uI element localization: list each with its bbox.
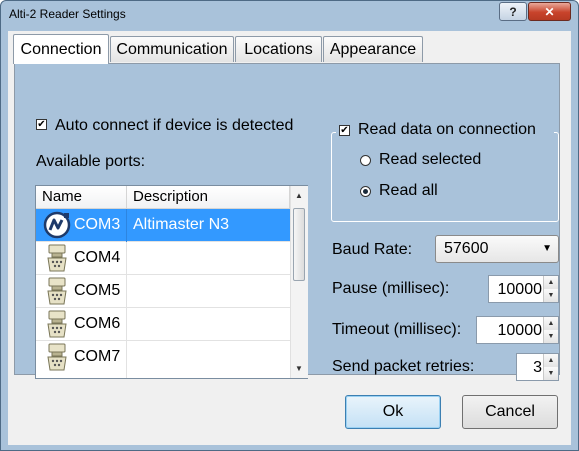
port-name: COM4 [74, 249, 121, 266]
tab-appearance[interactable]: Appearance [323, 36, 423, 62]
baud-rate-value: 57600 [444, 240, 489, 257]
retries-increment-icon[interactable]: ▲ [544, 354, 558, 368]
settings-dialog: Alti-2 Reader Settings ? ✕ Connection Co… [0, 0, 579, 451]
serial-port-icon [47, 244, 67, 272]
scroll-down-arrow-icon[interactable]: ▼ [295, 364, 303, 373]
port-row-com5[interactable]: COM5 [36, 275, 290, 308]
port-row-com3[interactable]: COM3 Altimaster N3 [36, 209, 290, 242]
retries-value[interactable]: 3 [533, 359, 542, 377]
serial-port-icon [47, 343, 67, 371]
pause-increment-icon[interactable]: ▲ [544, 276, 558, 290]
auto-connect-checkbox[interactable]: ✔ [36, 119, 47, 130]
port-name: COM3 [74, 216, 121, 233]
dialog-body: Connection Communication Locations Appea… [8, 31, 571, 445]
timeout-label: Timeout (millisec): [332, 321, 462, 338]
available-ports-label: Available ports: [36, 153, 146, 170]
scroll-up-arrow-icon[interactable]: ▲ [295, 191, 303, 200]
chevron-down-icon[interactable]: ▼ [542, 236, 552, 262]
port-description: Altimaster N3 [133, 216, 230, 233]
port-row-com6[interactable]: COM6 [36, 308, 290, 341]
altimaster-device-icon [43, 211, 71, 239]
column-header-description[interactable]: Description [127, 186, 290, 209]
serial-port-icon [47, 277, 67, 305]
pause-spinner[interactable]: 10000 ▲ ▼ [488, 275, 559, 303]
timeout-spinner[interactable]: 10000 ▲ ▼ [476, 316, 559, 344]
serial-port-icon [47, 310, 67, 338]
port-row-com4[interactable]: COM4 [36, 242, 290, 275]
timeout-increment-icon[interactable]: ▲ [544, 317, 558, 331]
connection-panel: ✔ Auto connect if device is detected Ava… [14, 63, 560, 381]
baud-rate-select[interactable]: 57600 ▼ [435, 235, 559, 263]
read-all-label[interactable]: Read all [379, 182, 438, 200]
ok-button[interactable]: Ok [345, 395, 441, 429]
ports-list[interactable]: Name Description COM3 Altimaster N3 COM4… [35, 185, 308, 379]
read-all-radio[interactable] [360, 186, 371, 197]
pause-decrement-icon[interactable]: ▼ [544, 289, 558, 302]
pause-label: Pause (millisec): [332, 280, 450, 297]
tab-locations[interactable]: Locations [235, 36, 322, 62]
retries-spinner[interactable]: 3 ▲ ▼ [516, 353, 559, 381]
port-name: COM5 [74, 282, 121, 299]
scroll-thumb[interactable] [293, 208, 305, 281]
read-on-connection-checkbox[interactable]: ✔ [339, 125, 350, 136]
retries-decrement-icon[interactable]: ▼ [544, 367, 558, 380]
auto-connect-label[interactable]: Auto connect if device is detected [55, 117, 293, 135]
baud-rate-label: Baud Rate: [332, 241, 413, 258]
read-selected-label[interactable]: Read selected [379, 151, 481, 169]
read-selected-radio[interactable] [360, 155, 371, 166]
timeout-value[interactable]: 10000 [498, 322, 543, 340]
ports-list-scrollbar[interactable]: ▲ ▼ [290, 186, 308, 378]
close-button[interactable]: ✕ [528, 2, 571, 21]
port-row-com7[interactable]: COM7 [36, 341, 290, 378]
retries-label: Send packet retries: [332, 358, 475, 375]
help-button[interactable]: ? [499, 2, 527, 21]
column-header-name[interactable]: Name [36, 186, 127, 209]
tab-connection[interactable]: Connection [13, 34, 109, 64]
window-title: Alti-2 Reader Settings [9, 7, 126, 21]
port-name: COM7 [74, 348, 121, 365]
title-bar[interactable]: Alti-2 Reader Settings ? ✕ [1, 1, 578, 27]
port-name: COM6 [74, 315, 121, 332]
pause-value[interactable]: 10000 [498, 281, 543, 299]
cancel-button[interactable]: Cancel [462, 395, 558, 429]
timeout-decrement-icon[interactable]: ▼ [544, 330, 558, 343]
read-on-connection-label[interactable]: Read data on connection [358, 121, 536, 139]
tab-communication[interactable]: Communication [110, 36, 234, 62]
read-data-group [331, 132, 559, 222]
